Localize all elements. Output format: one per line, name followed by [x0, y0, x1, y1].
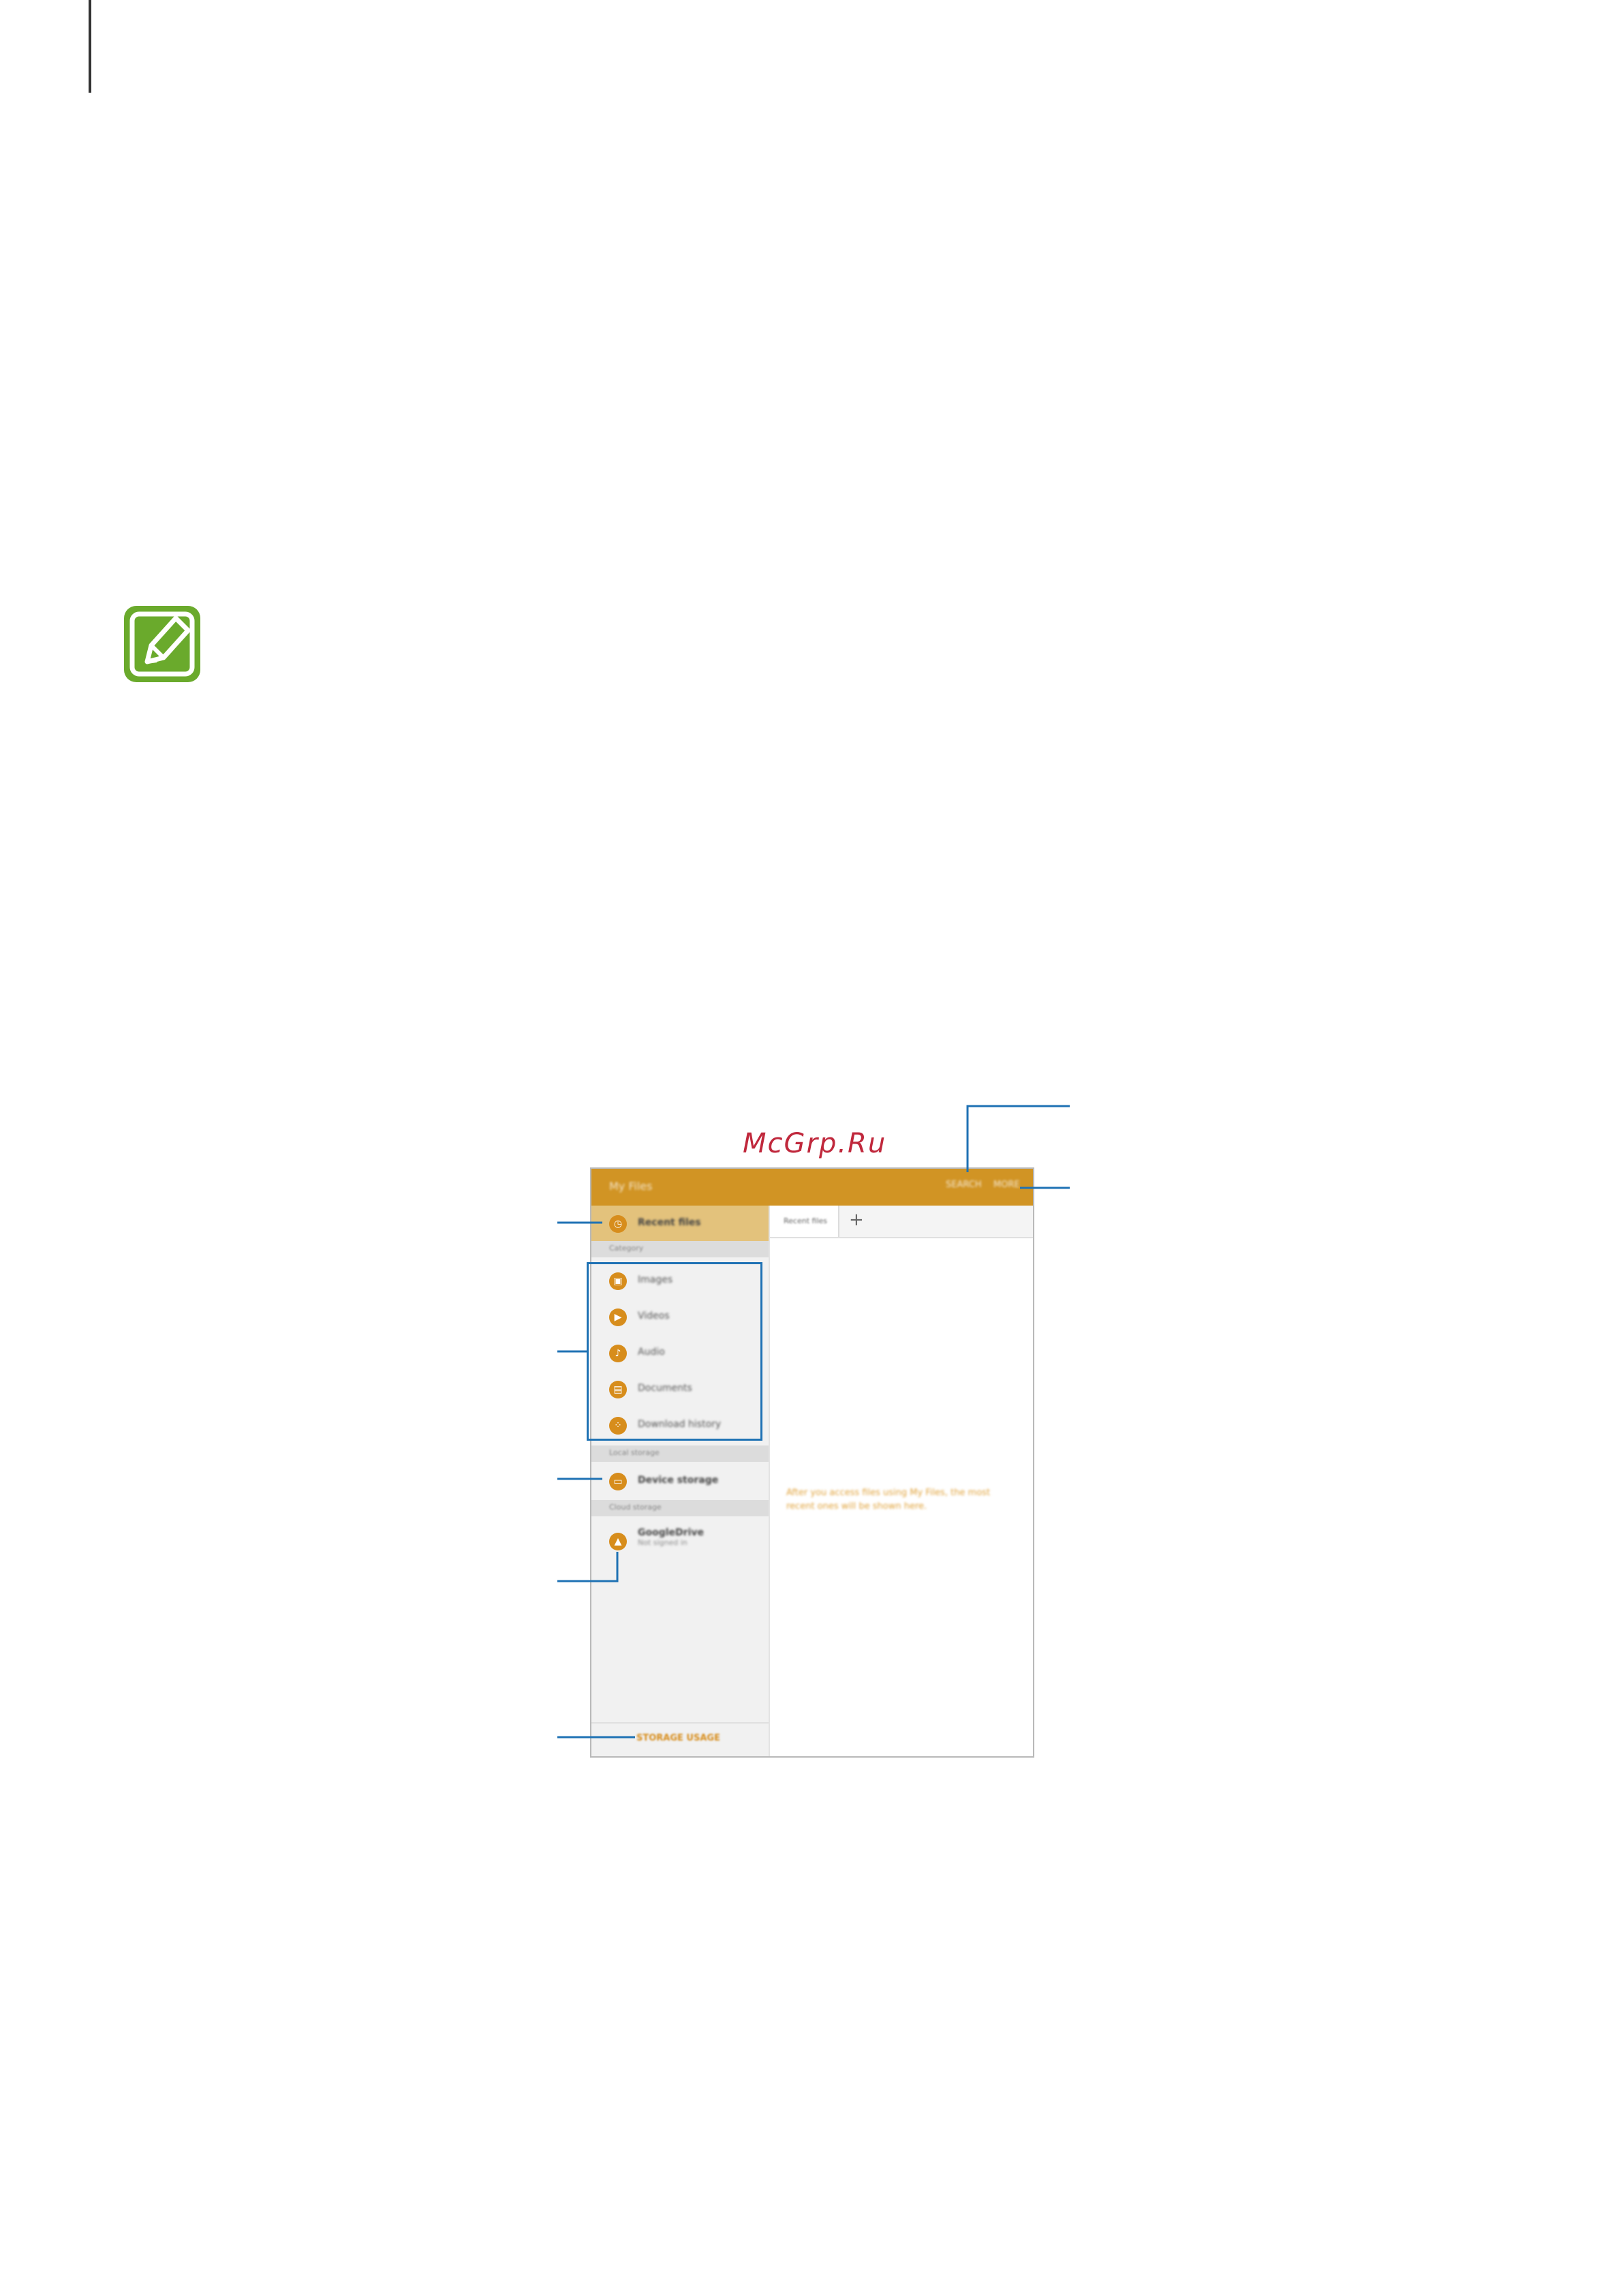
callout-line-search — [966, 1105, 1070, 1172]
callout-line-cloud-storage — [557, 1552, 619, 1582]
callout-lines — [557, 1105, 1070, 1739]
